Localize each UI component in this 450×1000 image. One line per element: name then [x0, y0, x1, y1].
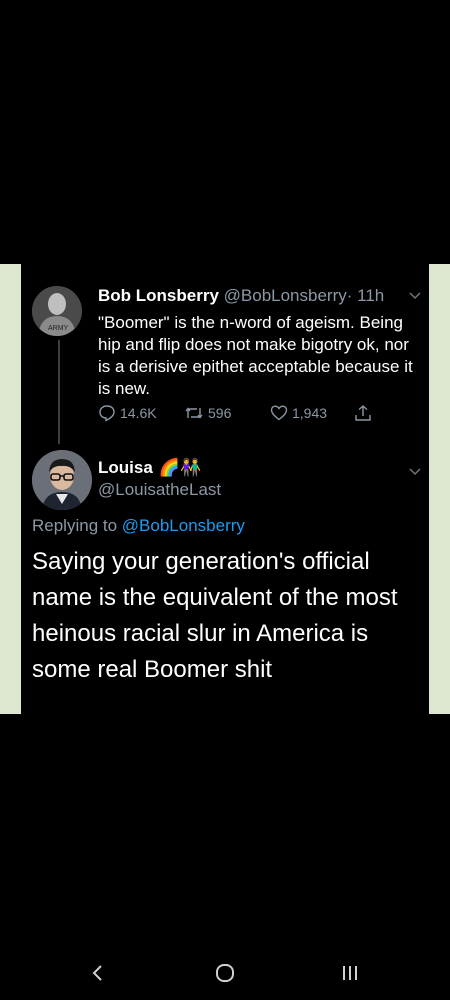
separator: · [346, 286, 353, 305]
author-name-row: Louisa 🌈👫 [98, 458, 201, 478]
navigation-bar [0, 955, 450, 991]
retweet-count: 596 [208, 405, 232, 421]
recents-icon [343, 966, 357, 980]
share-icon [355, 405, 371, 421]
avatar-photo [32, 450, 92, 510]
home-icon [216, 964, 234, 982]
back-icon [92, 965, 102, 981]
author-handle[interactable]: @LouisatheLast [98, 480, 221, 500]
home-button[interactable] [205, 955, 245, 991]
like-button[interactable]: 1,943 [270, 404, 327, 422]
svg-text:ARMY: ARMY [48, 325, 69, 332]
tweet-text: "Boomer" is the n-word of ageism. Being … [98, 313, 413, 398]
avatar[interactable] [32, 450, 92, 510]
chevron-down-icon[interactable] [408, 288, 422, 305]
retweet-icon [185, 407, 203, 419]
author-name[interactable]: Louisa [98, 458, 153, 478]
name-emoji: 🌈👫 [158, 458, 202, 477]
share-button[interactable] [354, 404, 372, 422]
left-side-panel [0, 264, 21, 714]
recents-button[interactable] [330, 955, 370, 991]
back-button[interactable] [78, 955, 118, 991]
author-handle[interactable]: @BobLonsberry [224, 286, 347, 305]
reply-count: 14.6K [120, 405, 157, 421]
replying-to: Replying to @BobLonsberry [32, 516, 245, 536]
timestamp[interactable]: 11h [357, 286, 384, 305]
tweet-actions: 14.6K 596 1,943 [98, 404, 378, 426]
right-side-panel [429, 264, 450, 714]
reply-button[interactable]: 14.6K [98, 404, 157, 422]
like-count: 1,943 [292, 405, 328, 421]
tweet-text: Saying your generation's official name i… [32, 548, 398, 683]
replying-prefix: Replying to [32, 516, 118, 535]
author-name[interactable]: Bob Lonsberry [98, 286, 219, 305]
tweet1-header: Bob Lonsberry @BobLonsberry· 11h [98, 286, 384, 306]
heart-icon [270, 405, 288, 421]
chevron-down-icon[interactable] [408, 464, 422, 481]
mention-link[interactable]: @BobLonsberry [122, 516, 245, 535]
thread-line [58, 340, 60, 444]
retweet-button[interactable]: 596 [184, 404, 231, 422]
avatar[interactable]: ARMY [32, 286, 82, 336]
reply-icon [99, 405, 115, 422]
avatar-photo: ARMY [32, 286, 82, 336]
